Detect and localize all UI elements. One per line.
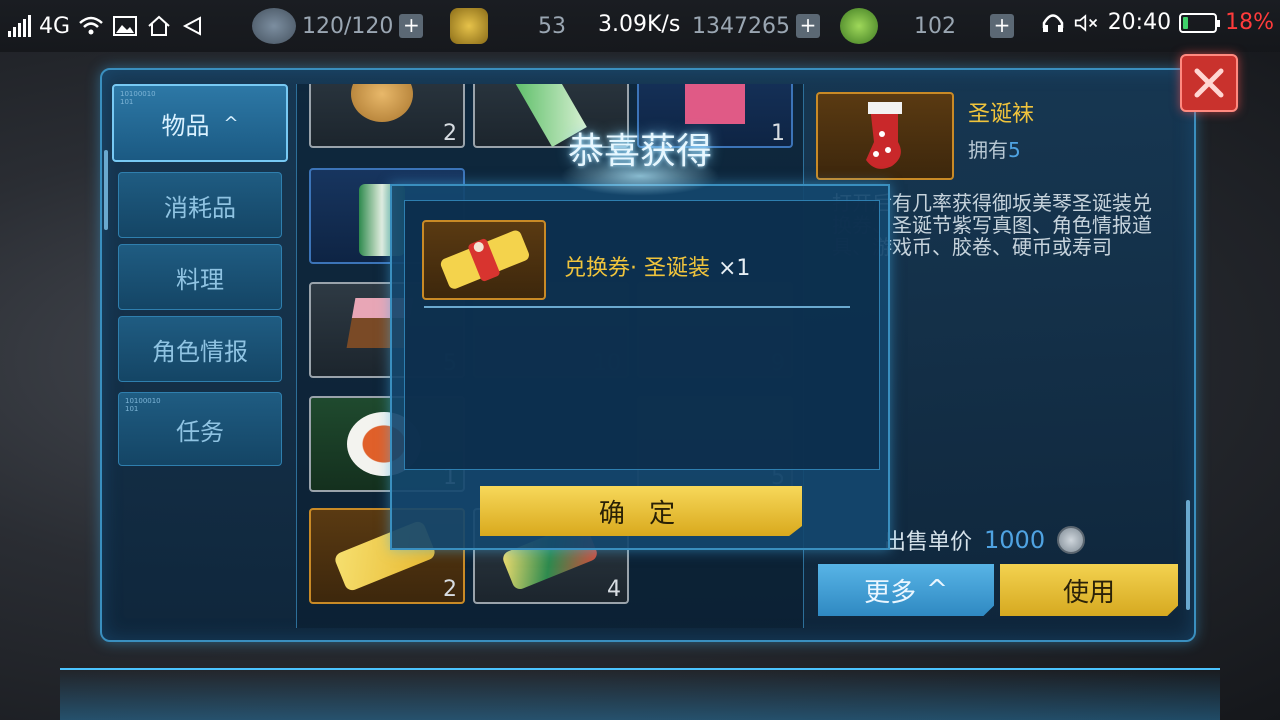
reward-label: 兑换券· 圣诞装 <box>564 256 710 281</box>
christmas-voucher-icon <box>440 230 529 289</box>
reward-name: 兑换券· 圣诞装 ×1 <box>564 250 750 282</box>
divider <box>424 306 850 308</box>
confirm-button[interactable]: 确 定 <box>480 486 802 536</box>
reward-quantity: ×1 <box>718 256 751 281</box>
popup-title: 恭喜获得 <box>567 131 712 172</box>
reward-item-icon <box>422 220 546 300</box>
confirm-label: 确 定 <box>598 498 684 529</box>
